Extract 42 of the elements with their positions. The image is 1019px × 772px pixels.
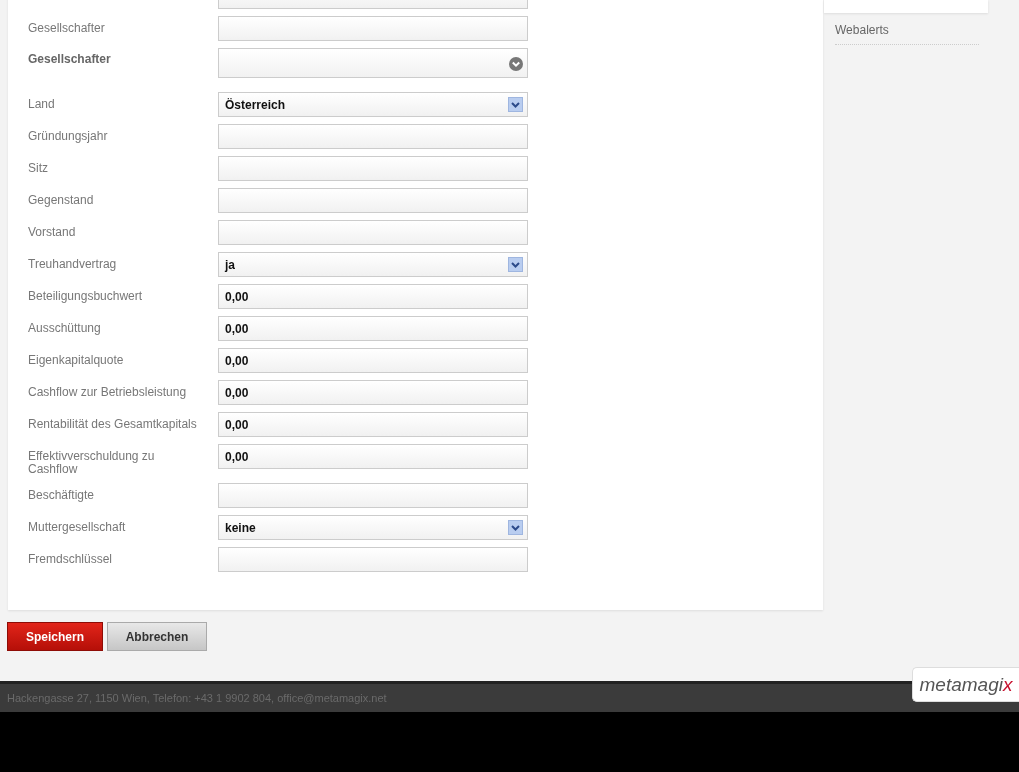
field-label: Beschäftigte (28, 487, 96, 502)
input-field[interactable] (218, 124, 528, 149)
field-label: Sitz (28, 160, 49, 175)
input-field[interactable] (218, 547, 528, 572)
input-field[interactable]: 0,00 (218, 284, 528, 309)
input-field[interactable]: 0,00 (218, 316, 528, 341)
chevron-down-icon (509, 57, 523, 71)
input-field[interactable]: 0,00 (218, 412, 528, 437)
field-label: Fremdschlüssel (28, 551, 114, 566)
input-field[interactable] (218, 483, 528, 508)
input-field[interactable] (218, 220, 528, 245)
logo: metamagix (912, 667, 1019, 702)
input-field[interactable]: 0,00 (218, 380, 528, 405)
combo-field[interactable] (218, 48, 528, 78)
field-label: Cashflow zur Betriebsleistung (28, 384, 188, 399)
save-button[interactable]: Speichern (7, 622, 103, 651)
chevron-down-icon (508, 520, 523, 535)
field-label: Gegenstand (28, 192, 95, 207)
input-field[interactable] (218, 188, 528, 213)
cancel-button[interactable]: Abbrechen (107, 622, 207, 651)
field-label: Gründungsjahr (28, 128, 109, 143)
field-label: Treuhandvertrag (28, 256, 118, 271)
dropdown-field[interactable]: ja (218, 252, 528, 277)
chevron-down-icon (508, 97, 523, 112)
field-label: Ausschüttung (28, 320, 102, 335)
dropdown-field[interactable]: keine (218, 515, 528, 540)
field-label: Effektivverschuldung zu Cashflow (28, 448, 156, 476)
input-field[interactable] (218, 16, 528, 41)
field-label: Land (28, 96, 56, 111)
chevron-down-icon (508, 257, 523, 272)
field-label: Vorstand (28, 224, 77, 239)
field-label: Rentabilität des Gesamtkapitals (28, 416, 198, 431)
field-label: Muttergesellschaft (28, 519, 127, 534)
field-label: Gesellschafter (28, 51, 112, 66)
dropdown-field[interactable]: Österreich (218, 92, 528, 117)
input-field[interactable]: 0,00 (218, 444, 528, 469)
field-label: Eigenkapitalquote (28, 352, 125, 367)
input-field[interactable] (218, 156, 528, 181)
field-label: Gesellschafter (28, 20, 106, 35)
sidebar-link[interactable]: Webalerts (835, 23, 979, 45)
field-label: Beteiligungsbuchwert (28, 288, 144, 303)
input-field[interactable]: 0,00 (218, 348, 528, 373)
